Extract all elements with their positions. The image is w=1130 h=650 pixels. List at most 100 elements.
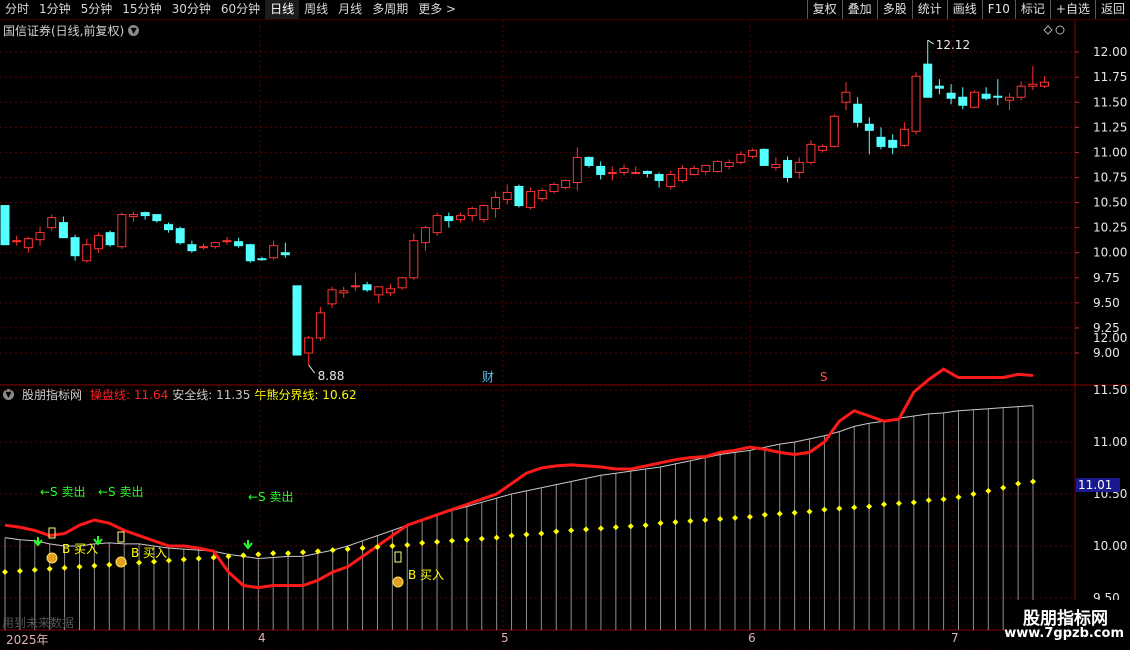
candle-body (444, 216, 454, 222)
bull-bear-dot (106, 561, 113, 568)
candle-body (514, 186, 524, 207)
candle-body (549, 183, 559, 193)
high-pointer (927, 39, 934, 45)
y-tick-label: 11.25 (1093, 120, 1127, 134)
candle-body (923, 63, 933, 98)
candle-body (327, 289, 337, 305)
bull-bear-dot (776, 510, 783, 517)
bull-bear-dot (940, 496, 947, 503)
y-tick-label: 10.00 (1093, 539, 1127, 553)
low-label: 8.88 (318, 369, 345, 383)
candle-body (187, 244, 197, 252)
sell-signal-label: ←S 卖出 (248, 490, 294, 504)
candle-body (374, 286, 384, 296)
candle-body (269, 245, 279, 259)
candle-body (1016, 85, 1026, 98)
y-tick-label: 10.25 (1093, 221, 1127, 235)
current-value-text: 11.01 (1078, 478, 1112, 492)
candle-body (315, 312, 325, 339)
sell-signal-label: ←S 卖出 (40, 485, 86, 499)
candle-body (864, 123, 874, 131)
bull-bear-dot (434, 538, 441, 545)
bull-bear-dot (821, 506, 828, 513)
candle-body (584, 156, 594, 166)
buy-marker-box (394, 551, 402, 563)
y-tick-label: 12.00 (1093, 331, 1127, 345)
bull-bear-dot (791, 509, 798, 516)
kline-chart[interactable]: 12.00 11.75 11.50 11.25 11.00 10.75 10.50 10.25… (0, 0, 1130, 650)
bull-bear-dot (702, 517, 709, 523)
candle-body (677, 167, 687, 181)
bull-bear-dot (657, 520, 664, 527)
candle-body (432, 215, 442, 234)
candle-body (934, 85, 944, 89)
money-bag-icon (392, 576, 404, 588)
candle-body (164, 224, 174, 231)
candle-body (806, 143, 816, 163)
candle-body (853, 103, 863, 123)
candle-body (491, 197, 501, 210)
watermark: 股朋指标网 www.7gpzb.com (1004, 600, 1130, 650)
candle-body (175, 228, 185, 244)
candle-body (642, 170, 652, 174)
bull-bear-dot (463, 536, 470, 543)
candle-body (409, 240, 419, 279)
bull-bear-dot (76, 563, 83, 570)
bull-bear-dot (895, 500, 902, 507)
y-tick-label: 9.00 (1093, 346, 1120, 360)
bull-bear-dot (329, 547, 336, 554)
bull-bear-dot (523, 531, 530, 538)
y-tick-label: 11.50 (1093, 95, 1127, 109)
candle-body (339, 290, 349, 294)
sell-arrow-icon (243, 540, 253, 550)
candle-body (23, 238, 33, 249)
candle-body (561, 179, 571, 189)
candle-body (117, 214, 127, 248)
buy-marker-box (117, 531, 125, 543)
bull-bear-dot (732, 514, 739, 521)
candle-body (456, 215, 466, 221)
x-axis-label: 6 (748, 631, 756, 645)
money-bag-icon (115, 556, 127, 568)
bull-bear-dot (687, 518, 694, 525)
x-axis-label: 2025年 (6, 633, 49, 647)
candle-body (993, 95, 1003, 98)
candle-body (385, 288, 395, 294)
candle-body (736, 153, 746, 163)
bull-bear-dot (985, 487, 992, 494)
bull-bear-dot (538, 530, 545, 537)
candle-body (70, 237, 80, 257)
candle-body (654, 173, 664, 181)
x-axis-label: 5 (501, 631, 509, 645)
candle-body (724, 161, 734, 167)
candle-body (82, 244, 92, 262)
candle-body (888, 139, 898, 148)
bull-bear-dot (448, 537, 455, 544)
bull-bear-dot (16, 567, 23, 574)
candle-body (93, 235, 103, 250)
bull-bear-dot (2, 569, 8, 575)
bull-bear-dot (761, 511, 768, 518)
s-marker: S (820, 370, 828, 384)
watermark-url: www.7gpzb.com (1004, 626, 1124, 641)
y-tick-label: 11.75 (1093, 70, 1127, 84)
bull-bear-dot (553, 528, 560, 535)
diamond-icon (1043, 25, 1053, 35)
candle-body (572, 156, 582, 183)
bull-bear-dot (285, 550, 292, 557)
candle-body (502, 192, 512, 201)
bull-bear-dot (627, 523, 634, 530)
bull-bear-dot (955, 494, 962, 501)
candle-body (245, 244, 255, 262)
bull-bear-dot (851, 504, 858, 511)
bull-bear-dot (389, 543, 396, 549)
bull-bear-dot (136, 559, 143, 566)
high-label: 12.12 (936, 38, 970, 52)
candle-body (748, 149, 758, 157)
candle-body (210, 242, 220, 248)
candle-body (350, 285, 360, 288)
candle-body (1004, 96, 1014, 101)
candle-body (771, 163, 781, 168)
y-tick-label: 9.50 (1093, 296, 1120, 310)
y-tick-label: 12.00 (1093, 45, 1127, 59)
